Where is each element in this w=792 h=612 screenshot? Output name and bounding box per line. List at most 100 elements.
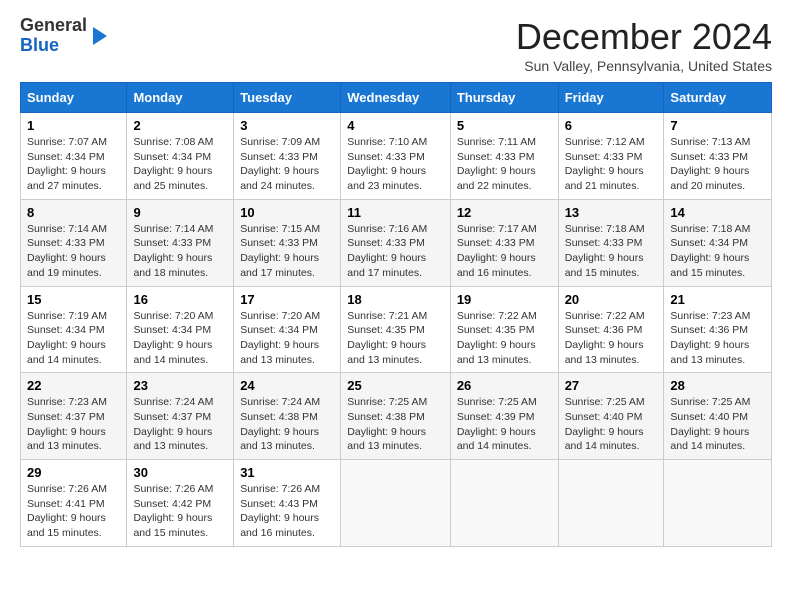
day-number: 14 — [670, 205, 765, 220]
calendar-cell: 10 Sunrise: 7:15 AMSunset: 4:33 PMDayligh… — [234, 199, 341, 286]
calendar-cell: 9Sunrise: 7:14 AMSunset: 4:33 PMDaylight… — [127, 199, 234, 286]
day-info: Sunrise: 7:21 AMSunset: 4:35 PMDaylight:… — [347, 309, 444, 368]
calendar-cell: 3 Sunrise: 7:09 AMSunset: 4:33 PMDaylight… — [234, 113, 341, 200]
calendar-body: 1 Sunrise: 7:07 AMSunset: 4:34 PMDaylight… — [21, 113, 772, 547]
day-info: Sunrise: 7:19 AMSunset: 4:34 PMDaylight:… — [27, 309, 120, 368]
calendar-cell: 17 Sunrise: 7:20 AMSunset: 4:34 PMDayligh… — [234, 286, 341, 373]
day-info: Sunrise: 7:24 AMSunset: 4:37 PMDaylight:… — [133, 395, 227, 454]
day-info: Sunrise: 7:25 AMSunset: 4:39 PMDaylight:… — [457, 395, 552, 454]
calendar-week-row: 1 Sunrise: 7:07 AMSunset: 4:34 PMDaylight… — [21, 113, 772, 200]
day-number: 20 — [565, 292, 658, 307]
logo-text: General Blue — [20, 16, 87, 56]
day-number: 1 — [27, 118, 120, 133]
day-info: Sunrise: 7:11 AMSunset: 4:33 PMDaylight:… — [457, 135, 552, 194]
calendar-cell — [664, 460, 772, 547]
day-number: 19 — [457, 292, 552, 307]
day-number: 25 — [347, 378, 444, 393]
day-number: 3 — [240, 118, 334, 133]
calendar-cell: 19 Sunrise: 7:22 AMSunset: 4:35 PMDayligh… — [450, 286, 558, 373]
calendar-cell: 30 Sunrise: 7:26 AMSunset: 4:42 PMDayligh… — [127, 460, 234, 547]
day-info: Sunrise: 7:25 AMSunset: 4:38 PMDaylight:… — [347, 395, 444, 454]
calendar-cell: 27 Sunrise: 7:25 AMSunset: 4:40 PMDayligh… — [558, 373, 664, 460]
logo-arrow-icon — [93, 27, 107, 45]
day-info: Sunrise: 7:17 AMSunset: 4:33 PMDaylight:… — [457, 222, 552, 281]
weekday-header: Friday — [558, 83, 664, 113]
day-number: 4 — [347, 118, 444, 133]
calendar-cell: 11Sunrise: 7:16 AMSunset: 4:33 PMDayligh… — [341, 199, 451, 286]
weekday-header: Saturday — [664, 83, 772, 113]
day-info: Sunrise: 7:14 AMSunset: 4:33 PMDaylight:… — [133, 222, 227, 281]
logo: General Blue — [20, 16, 107, 56]
calendar-cell: 15 Sunrise: 7:19 AMSunset: 4:34 PMDayligh… — [21, 286, 127, 373]
day-info: Sunrise: 7:15 AMSunset: 4:33 PMDaylight:… — [240, 222, 334, 281]
calendar-cell: 21 Sunrise: 7:23 AMSunset: 4:36 PMDayligh… — [664, 286, 772, 373]
weekday-header: Wednesday — [341, 83, 451, 113]
calendar-cell: 18 Sunrise: 7:21 AMSunset: 4:35 PMDayligh… — [341, 286, 451, 373]
day-info: Sunrise: 7:07 AMSunset: 4:34 PMDaylight:… — [27, 135, 120, 194]
calendar-cell: 28 Sunrise: 7:25 AMSunset: 4:40 PMDayligh… — [664, 373, 772, 460]
weekday-header: Sunday — [21, 83, 127, 113]
calendar-cell: 23 Sunrise: 7:24 AMSunset: 4:37 PMDayligh… — [127, 373, 234, 460]
calendar-cell: 6 Sunrise: 7:12 AMSunset: 4:33 PMDaylight… — [558, 113, 664, 200]
day-number: 5 — [457, 118, 552, 133]
day-number: 30 — [133, 465, 227, 480]
day-info: Sunrise: 7:25 AMSunset: 4:40 PMDaylight:… — [565, 395, 658, 454]
calendar-cell: 4Sunrise: 7:10 AMSunset: 4:33 PMDaylight… — [341, 113, 451, 200]
calendar-cell: 31 Sunrise: 7:26 AMSunset: 4:43 PMDayligh… — [234, 460, 341, 547]
weekday-header: Monday — [127, 83, 234, 113]
day-number: 21 — [670, 292, 765, 307]
day-number: 6 — [565, 118, 658, 133]
calendar-cell: 7 Sunrise: 7:13 AMSunset: 4:33 PMDaylight… — [664, 113, 772, 200]
day-number: 22 — [27, 378, 120, 393]
calendar-cell: 20 Sunrise: 7:22 AMSunset: 4:36 PMDayligh… — [558, 286, 664, 373]
calendar-cell: 26 Sunrise: 7:25 AMSunset: 4:39 PMDayligh… — [450, 373, 558, 460]
day-info: Sunrise: 7:23 AMSunset: 4:36 PMDaylight:… — [670, 309, 765, 368]
day-number: 10 — [240, 205, 334, 220]
day-info: Sunrise: 7:18 AMSunset: 4:34 PMDaylight:… — [670, 222, 765, 281]
day-number: 12 — [457, 205, 552, 220]
day-info: Sunrise: 7:18 AMSunset: 4:33 PMDaylight:… — [565, 222, 658, 281]
day-number: 24 — [240, 378, 334, 393]
day-number: 28 — [670, 378, 765, 393]
calendar-cell: 22Sunrise: 7:23 AMSunset: 4:37 PMDayligh… — [21, 373, 127, 460]
calendar-cell: 2Sunrise: 7:08 AMSunset: 4:34 PMDaylight… — [127, 113, 234, 200]
calendar-week-row: 8Sunrise: 7:14 AMSunset: 4:33 PMDaylight… — [21, 199, 772, 286]
day-info: Sunrise: 7:22 AMSunset: 4:36 PMDaylight:… — [565, 309, 658, 368]
day-info: Sunrise: 7:26 AMSunset: 4:43 PMDaylight:… — [240, 482, 334, 541]
day-info: Sunrise: 7:20 AMSunset: 4:34 PMDaylight:… — [133, 309, 227, 368]
day-info: Sunrise: 7:24 AMSunset: 4:38 PMDaylight:… — [240, 395, 334, 454]
calendar-week-row: 15 Sunrise: 7:19 AMSunset: 4:34 PMDayligh… — [21, 286, 772, 373]
day-number: 13 — [565, 205, 658, 220]
day-info: Sunrise: 7:14 AMSunset: 4:33 PMDaylight:… — [27, 222, 120, 281]
calendar-header: SundayMondayTuesdayWednesdayThursdayFrid… — [21, 83, 772, 113]
location: Sun Valley, Pennsylvania, United States — [516, 58, 772, 74]
calendar-cell: 25 Sunrise: 7:25 AMSunset: 4:38 PMDayligh… — [341, 373, 451, 460]
calendar-cell: 14 Sunrise: 7:18 AMSunset: 4:34 PMDayligh… — [664, 199, 772, 286]
day-info: Sunrise: 7:22 AMSunset: 4:35 PMDaylight:… — [457, 309, 552, 368]
day-number: 18 — [347, 292, 444, 307]
day-info: Sunrise: 7:16 AMSunset: 4:33 PMDaylight:… — [347, 222, 444, 281]
day-info: Sunrise: 7:20 AMSunset: 4:34 PMDaylight:… — [240, 309, 334, 368]
day-number: 27 — [565, 378, 658, 393]
calendar-cell: 1 Sunrise: 7:07 AMSunset: 4:34 PMDaylight… — [21, 113, 127, 200]
calendar-cell: 8Sunrise: 7:14 AMSunset: 4:33 PMDaylight… — [21, 199, 127, 286]
day-info: Sunrise: 7:12 AMSunset: 4:33 PMDaylight:… — [565, 135, 658, 194]
calendar-cell: 16 Sunrise: 7:20 AMSunset: 4:34 PMDayligh… — [127, 286, 234, 373]
day-number: 26 — [457, 378, 552, 393]
day-number: 31 — [240, 465, 334, 480]
day-number: 16 — [133, 292, 227, 307]
calendar-cell: 24 Sunrise: 7:24 AMSunset: 4:38 PMDayligh… — [234, 373, 341, 460]
day-info: Sunrise: 7:26 AMSunset: 4:42 PMDaylight:… — [133, 482, 227, 541]
day-info: Sunrise: 7:09 AMSunset: 4:33 PMDaylight:… — [240, 135, 334, 194]
day-number: 23 — [133, 378, 227, 393]
day-number: 7 — [670, 118, 765, 133]
title-area: December 2024 Sun Valley, Pennsylvania, … — [516, 16, 772, 74]
day-number: 15 — [27, 292, 120, 307]
calendar-table: SundayMondayTuesdayWednesdayThursdayFrid… — [20, 82, 772, 547]
day-info: Sunrise: 7:25 AMSunset: 4:40 PMDaylight:… — [670, 395, 765, 454]
day-info: Sunrise: 7:13 AMSunset: 4:33 PMDaylight:… — [670, 135, 765, 194]
calendar-cell: 5 Sunrise: 7:11 AMSunset: 4:33 PMDaylight… — [450, 113, 558, 200]
day-number: 17 — [240, 292, 334, 307]
weekday-header: Tuesday — [234, 83, 341, 113]
calendar-cell — [558, 460, 664, 547]
